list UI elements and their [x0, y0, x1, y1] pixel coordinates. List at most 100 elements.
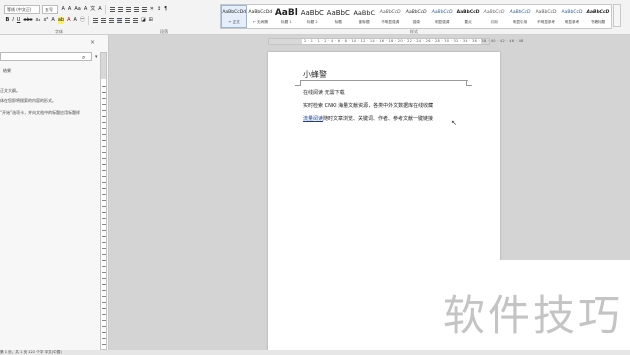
search-icon[interactable]: ⌕	[82, 54, 85, 62]
ruler-margin-top	[101, 53, 106, 79]
style-subtle-reference[interactable]: AaBbCcD 不明显参考	[533, 5, 559, 28]
numbering-icon[interactable]	[117, 7, 123, 12]
nav-search-input[interactable]: ⌕	[0, 52, 92, 61]
style-sample: AaBbCcD	[456, 10, 480, 15]
clear-format-icon[interactable]: A	[84, 6, 87, 13]
shading-icon[interactable]: ◪	[141, 17, 146, 24]
show-marks-icon[interactable]: ¶	[164, 6, 167, 13]
style-sample: AaBbC	[300, 9, 324, 17]
style-name: 明显强调	[434, 20, 450, 24]
ribbon: 等线 (中文正) 五号 A A Aa A 文 A ✕ ↕ ¶ B I U abc…	[0, 0, 630, 35]
align-left-icon[interactable]	[92, 18, 98, 23]
ruler-ticks	[102, 81, 106, 346]
watermark: 软件技巧	[443, 291, 624, 340]
style-sample: AaBbCcD	[431, 10, 453, 15]
style-sample: AaBbCcD	[561, 10, 583, 15]
style-name: 不明显参考	[537, 20, 555, 24]
doc-paragraph[interactable]: 实时检索 CNKI 海量文献资源，各类中外文数据库在线收藏	[303, 102, 433, 109]
underline-icon[interactable]: U	[17, 17, 21, 24]
increase-indent-icon[interactable]	[141, 7, 147, 12]
style-sample: AaBbCcD	[379, 10, 401, 15]
style-subtle-emphasis[interactable]: AaBbCcD 不明显强调	[377, 5, 403, 28]
superscript-icon[interactable]: x²	[43, 17, 48, 24]
justify-icon[interactable]	[116, 18, 122, 23]
char-shading-icon[interactable]: A	[74, 17, 77, 24]
style-sample: AaBbCcD	[509, 10, 531, 15]
phonetic-icon[interactable]: 文	[90, 6, 95, 13]
style-sample: AaBbC	[353, 9, 376, 17]
style-intense-reference[interactable]: AaBbCcD 明显参考	[559, 5, 585, 28]
char-border-icon[interactable]: A	[98, 6, 101, 13]
doc-link[interactable]: 流量阅读	[303, 116, 323, 122]
align-center-icon[interactable]	[100, 18, 106, 23]
grow-font-icon[interactable]: A	[62, 6, 65, 13]
style-intense-quote[interactable]: AaBbCcD 明显引用	[507, 5, 533, 28]
navigation-pane: × ⌕ ▾ 结果 正文大纲。 体在您即将搜索的内容的形式。 “开始”选项卡，并向…	[0, 35, 109, 350]
font-size-box[interactable]: 五号	[42, 5, 58, 14]
doc-paragraph[interactable]: 在线阅读 无需下载	[303, 89, 345, 96]
style-sample: AaBbCcD	[483, 10, 505, 15]
bullets-icon[interactable]	[109, 7, 115, 12]
text-effects-icon[interactable]: A	[51, 17, 54, 24]
style-name: ↵ 无间隔	[252, 20, 268, 24]
multilevel-list-icon[interactable]	[125, 7, 131, 12]
style-name: 标题 2	[306, 20, 318, 24]
style-sample: AaBbCcD	[586, 10, 610, 15]
style-normal[interactable]: AaBbCcDd ↵ 正文	[221, 5, 248, 28]
style-sample: AaBl	[274, 8, 298, 18]
style-emphasis[interactable]: AaBbCcD 强调	[403, 5, 429, 28]
chevron-down-icon[interactable]: ▾	[95, 54, 98, 60]
style-intense-emphasis[interactable]: AaBbCcD 明显强调	[429, 5, 455, 28]
align-right-icon[interactable]	[108, 18, 114, 23]
line-spacing-icon[interactable]	[132, 18, 138, 23]
style-strong[interactable]: AaBbCcD 要点	[455, 5, 481, 28]
bold-icon[interactable]: B	[6, 17, 10, 24]
doc-paragraph[interactable]: 流量阅读随时文章浏览、关键词、作者、参考文献一键链接	[303, 115, 433, 122]
font-name-box[interactable]: 等线 (中文正)	[4, 5, 40, 14]
style-heading-1[interactable]: AaBl 标题 1	[273, 5, 299, 28]
shrink-font-icon[interactable]: A	[68, 6, 71, 13]
style-title[interactable]: AaBbC 标题	[325, 5, 351, 28]
format-row: B I U abc x₂ x² A ab A A ㊀ ◪ ⊞	[4, 16, 154, 25]
italic-icon[interactable]: I	[12, 17, 13, 24]
close-icon[interactable]: ×	[90, 39, 95, 46]
horizontal-ruler[interactable]: 2 · 1 · 1 · 2 · 4 · 6 · 8 · 10 · 12 · 14…	[268, 38, 523, 45]
separator	[88, 16, 90, 25]
ruler-numbers: 2 · 1 · 1 · 2 · 4 · 6 · 8 · 10 · 12 · 14…	[304, 39, 524, 43]
vertical-ruler[interactable]	[100, 52, 107, 350]
style-sample: AaBbC	[326, 9, 350, 17]
borders-icon[interactable]: ⊞	[149, 17, 153, 24]
style-name: 不明显强调	[381, 20, 400, 24]
style-name: 明显参考	[564, 20, 580, 24]
separator	[105, 5, 107, 14]
style-sample: AaBbCcDd	[222, 10, 247, 15]
style-sample: AaBbCcDd	[248, 10, 273, 15]
style-quote[interactable]: AaBbCcD 引用	[481, 5, 507, 28]
subscript-icon[interactable]: x₂	[35, 17, 40, 24]
enclosed-char-icon[interactable]: ㊀	[80, 17, 85, 24]
strikethrough-icon[interactable]: abc	[23, 17, 32, 24]
style-no-spacing[interactable]: AaBbCcDd ↵ 无间隔	[247, 5, 273, 28]
nav-tab-results[interactable]: 结果	[3, 68, 11, 74]
style-book-title[interactable]: AaBbCcD 书籍标题	[585, 5, 611, 28]
highlight-icon[interactable]: ab	[57, 17, 65, 24]
chinese-layout-icon[interactable]: ✕	[150, 6, 154, 13]
sort-icon[interactable]: ↕	[157, 6, 161, 13]
font-color-icon[interactable]: A	[67, 17, 70, 24]
change-case-icon[interactable]: Aa	[74, 6, 80, 13]
style-heading-2[interactable]: AaBbC 标题 2	[299, 5, 325, 28]
style-subtitle[interactable]: AaBbC 副标题	[351, 5, 377, 28]
style-sample: AaBbCcD	[535, 10, 557, 15]
styles-gallery: AaBbCcDd ↵ 正文 AaBbCcDd ↵ 无间隔 AaBl 标题 1 A…	[220, 4, 612, 29]
styles-more-button[interactable]	[613, 4, 621, 27]
nav-hint-line: 体在您即将搜索的内容的形式。	[0, 98, 56, 103]
group-label-styles: 样式	[410, 29, 418, 34]
style-sample: AaBbCcD	[405, 10, 427, 15]
document-title[interactable]: 小蜂警	[303, 69, 327, 80]
style-name: 标题	[334, 20, 342, 24]
style-name: 书籍标题	[590, 20, 606, 24]
style-name: 要点	[464, 20, 472, 24]
decrease-indent-icon[interactable]	[133, 7, 139, 12]
style-name: 副标题	[358, 20, 370, 24]
distributed-icon[interactable]	[124, 18, 130, 23]
